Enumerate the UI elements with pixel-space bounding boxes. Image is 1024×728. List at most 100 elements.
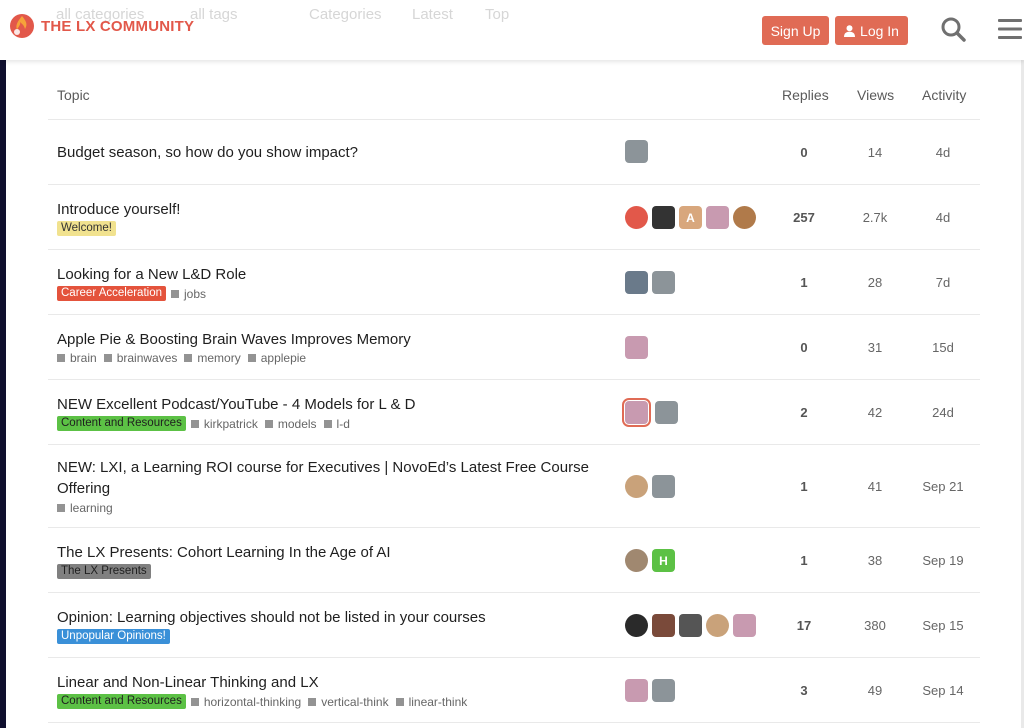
avatar[interactable]	[625, 679, 648, 702]
avatar[interactable]	[652, 614, 675, 637]
column-replies[interactable]: Replies	[782, 87, 829, 103]
topic-row[interactable]: Introduce yourself! Welcome! A 257 2.7k …	[48, 185, 980, 250]
topic-title[interactable]: Opinion: Learning objectives should not …	[57, 607, 597, 628]
hamburger-menu-icon[interactable]	[998, 18, 1022, 40]
avatar[interactable]	[706, 206, 729, 229]
topic-tags: Content and Resources kirkpatrick models…	[57, 416, 357, 431]
poster-avatars: H	[625, 549, 675, 572]
tag[interactable]: kirkpatrick	[191, 417, 258, 431]
poster-avatars	[622, 398, 678, 427]
avatar[interactable]	[655, 401, 678, 424]
tag[interactable]: horizontal-thinking	[191, 695, 301, 709]
tag[interactable]: jobs	[171, 287, 206, 301]
topic-row[interactable]: Budget season, so how do you show impact…	[48, 120, 980, 185]
log-in-button[interactable]: Log In	[835, 16, 908, 45]
poster-avatars	[625, 679, 675, 702]
topic-title[interactable]: Looking for a New L&D Role	[57, 264, 597, 285]
topic-list-header: Topic Replies Views Activity	[48, 80, 980, 120]
topic-tags: Unpopular Opinions!	[57, 629, 175, 644]
category-badge[interactable]: Career Acceleration	[57, 286, 166, 301]
nav-categories[interactable]: Categories	[309, 6, 382, 23]
topic-title[interactable]: NEW: LXI, a Learning ROI course for Exec…	[57, 457, 597, 499]
tag[interactable]: models	[265, 417, 317, 431]
category-badge[interactable]: Unpopular Opinions!	[57, 629, 170, 644]
topic-row[interactable]: Apple Pie & Boosting Brain Waves Improve…	[48, 315, 980, 380]
avatar[interactable]	[625, 271, 648, 294]
category-badge[interactable]: Content and Resources	[57, 416, 186, 431]
category-badge[interactable]: Welcome!	[57, 221, 116, 236]
topic-title[interactable]: The LX Presents: Cohort Learning In the …	[57, 542, 597, 563]
tag[interactable]: linear-think	[396, 695, 468, 709]
avatar[interactable]	[622, 398, 651, 427]
avatar[interactable]	[706, 614, 729, 637]
category-badge[interactable]: Content and Resources	[57, 694, 186, 709]
activity-time[interactable]: 4d	[893, 145, 993, 160]
activity-time[interactable]: Sep 15	[893, 618, 993, 633]
sign-up-button[interactable]: Sign Up	[762, 16, 829, 45]
tag[interactable]: memory	[184, 351, 240, 365]
topic-tags: brain brainwaves memory applepie	[57, 351, 313, 365]
activity-time[interactable]: 4d	[893, 210, 993, 225]
activity-time[interactable]: Sep 21	[893, 479, 993, 494]
avatar[interactable]	[652, 206, 675, 229]
activity-time[interactable]: 7d	[893, 275, 993, 290]
activity-time[interactable]: Sep 14	[893, 683, 993, 698]
user-icon	[844, 24, 856, 37]
topic-row[interactable]: Opinion: Learning objectives should not …	[48, 593, 980, 658]
activity-time[interactable]: Sep 19	[893, 553, 993, 568]
topic-title[interactable]: Budget season, so how do you show impact…	[57, 142, 597, 163]
avatar[interactable]	[733, 614, 756, 637]
avatar[interactable]	[625, 140, 648, 163]
logo-flame-icon	[10, 14, 34, 38]
category-badge[interactable]: The LX Presents	[57, 564, 151, 579]
avatar[interactable]	[625, 549, 648, 572]
topic-row[interactable]: Linear and Non-Linear Thinking and LX Co…	[48, 658, 980, 723]
avatar[interactable]: A	[679, 206, 702, 229]
topic-row[interactable]: Looking for a New L&D Role Career Accele…	[48, 250, 980, 315]
column-topic[interactable]: Topic	[57, 87, 90, 103]
avatar[interactable]	[625, 475, 648, 498]
nav-top[interactable]: Top	[485, 6, 509, 23]
log-in-label: Log In	[860, 22, 899, 39]
avatar[interactable]	[679, 614, 702, 637]
activity-time[interactable]: 24d	[893, 405, 993, 420]
topic-title[interactable]: Linear and Non-Linear Thinking and LX	[57, 672, 597, 693]
poster-avatars	[625, 336, 648, 359]
avatar[interactable]	[652, 679, 675, 702]
column-activity[interactable]: Activity	[922, 87, 966, 103]
topic-row[interactable]: The LX Presents: Cohort Learning In the …	[48, 528, 980, 593]
topic-row[interactable]: NEW Excellent Podcast/YouTube - 4 Models…	[48, 380, 980, 445]
avatar[interactable]	[652, 271, 675, 294]
nav-latest[interactable]: Latest	[412, 6, 453, 23]
tag[interactable]: applepie	[248, 351, 306, 365]
avatar[interactable]	[733, 206, 756, 229]
logo-text: THE LX COMMUNITY	[41, 17, 195, 35]
topic-title[interactable]: Apple Pie & Boosting Brain Waves Improve…	[57, 329, 597, 350]
tag[interactable]: l-d	[324, 417, 350, 431]
avatar[interactable]	[652, 475, 675, 498]
topic-tags: Content and Resources horizontal-thinkin…	[57, 694, 474, 709]
poster-avatars	[625, 475, 675, 498]
column-views[interactable]: Views	[857, 87, 894, 103]
poster-avatars	[625, 271, 675, 294]
topic-tags: Career Acceleration jobs	[57, 286, 213, 301]
tag[interactable]: vertical-think	[308, 695, 388, 709]
sign-up-label: Sign Up	[770, 22, 821, 39]
tag[interactable]: learning	[57, 501, 113, 515]
topic-title[interactable]: Introduce yourself!	[57, 199, 597, 220]
topic-tags: learning	[57, 501, 120, 515]
poster-avatars: A	[625, 206, 756, 229]
topic-title[interactable]: NEW Excellent Podcast/YouTube - 4 Models…	[57, 394, 597, 415]
window-frame-left	[0, 60, 6, 728]
nav-all-tags[interactable]: all tags	[190, 6, 238, 23]
activity-time[interactable]: 15d	[893, 340, 993, 355]
site-logo[interactable]: THE LX COMMUNITY	[8, 12, 194, 40]
avatar[interactable]	[625, 336, 648, 359]
search-icon[interactable]	[940, 16, 966, 42]
tag[interactable]: brainwaves	[104, 351, 178, 365]
topic-row[interactable]: NEW: LXI, a Learning ROI course for Exec…	[48, 445, 980, 528]
avatar[interactable]	[625, 206, 648, 229]
avatar[interactable]: H	[652, 549, 675, 572]
tag[interactable]: brain	[57, 351, 97, 365]
avatar[interactable]	[625, 614, 648, 637]
